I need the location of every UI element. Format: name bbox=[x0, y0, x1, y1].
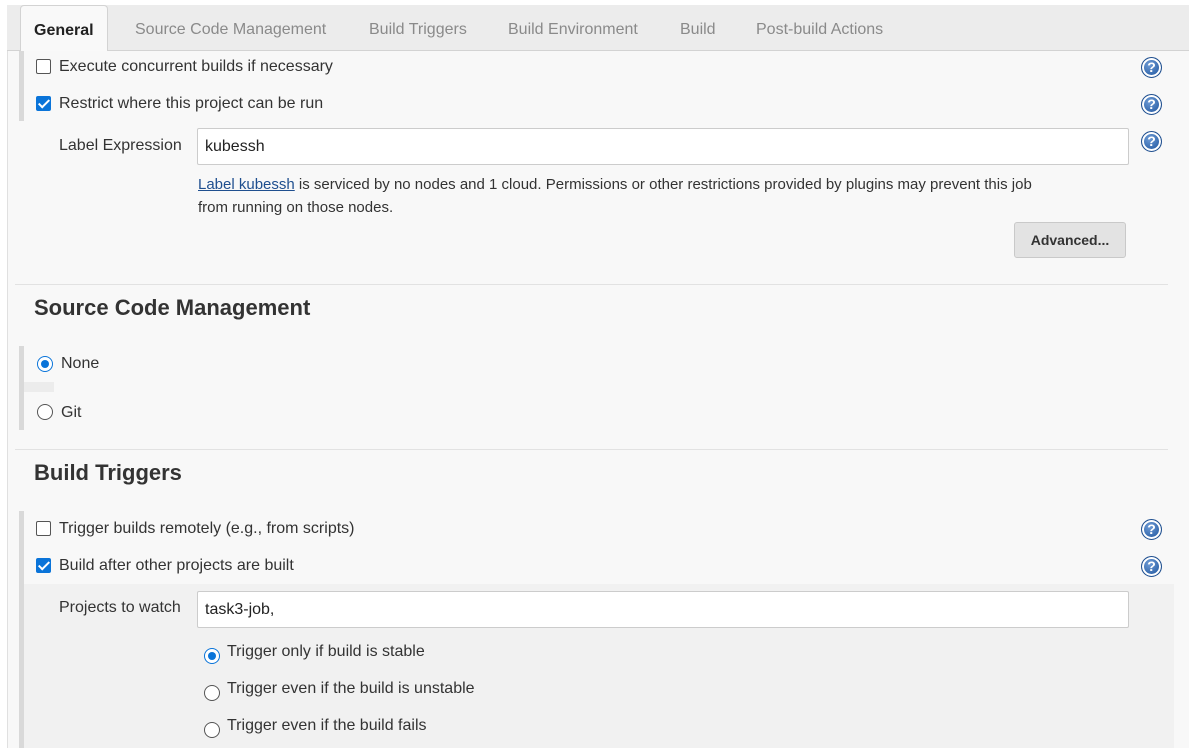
advanced-button[interactable]: Advanced... bbox=[1014, 222, 1126, 258]
scm-git-radio[interactable] bbox=[37, 404, 53, 420]
section-divider bbox=[15, 284, 1168, 285]
concurrent-builds-checkbox[interactable] bbox=[36, 59, 51, 74]
projects-to-watch-input[interactable]: task3-job, bbox=[197, 591, 1129, 628]
tab-general[interactable]: General bbox=[20, 5, 108, 52]
tab-build-environment[interactable]: Build Environment bbox=[508, 5, 638, 51]
scm-option-separator bbox=[24, 382, 54, 392]
tab-bar: General Source Code Management Build Tri… bbox=[7, 5, 1189, 52]
config-content: Execute concurrent builds if necessary ?… bbox=[7, 51, 1189, 748]
trigger-stable-radio[interactable] bbox=[204, 648, 220, 664]
trigger-remotely-label: Trigger builds remotely (e.g., from scri… bbox=[59, 520, 355, 537]
label-expression-label: Label Expression bbox=[59, 137, 182, 154]
help-icon[interactable]: ? bbox=[1141, 131, 1162, 152]
trigger-fails-label: Trigger even if the build fails bbox=[227, 717, 427, 734]
tab-post-build-actions[interactable]: Post-build Actions bbox=[756, 5, 883, 51]
build-after-label: Build after other projects are built bbox=[59, 557, 294, 574]
trigger-stable-label: Trigger only if build is stable bbox=[227, 643, 425, 660]
help-icon[interactable]: ? bbox=[1141, 556, 1162, 577]
trigger-unstable-radio[interactable] bbox=[204, 685, 220, 701]
restrict-project-checkbox[interactable] bbox=[36, 96, 51, 111]
label-kubessh-link[interactable]: Label kubessh bbox=[198, 176, 295, 193]
scm-section-title: Source Code Management bbox=[34, 295, 311, 320]
help-icon[interactable]: ? bbox=[1141, 94, 1162, 115]
trigger-unstable-label: Trigger even if the build is unstable bbox=[227, 680, 475, 697]
help-icon[interactable]: ? bbox=[1141, 57, 1162, 78]
tab-build[interactable]: Build bbox=[680, 5, 716, 51]
scm-git-label: Git bbox=[61, 404, 82, 421]
tab-build-triggers[interactable]: Build Triggers bbox=[369, 5, 467, 51]
help-icon[interactable]: ? bbox=[1141, 519, 1162, 540]
label-info-line2: from running on those nodes. bbox=[198, 199, 394, 216]
label-info-line1: is serviced by no nodes and 1 cloud. Per… bbox=[294, 176, 1032, 193]
restrict-project-label: Restrict where this project can be run bbox=[59, 95, 324, 112]
tab-source-code-management[interactable]: Source Code Management bbox=[135, 5, 326, 51]
label-expression-input[interactable]: kubessh bbox=[197, 128, 1129, 165]
concurrent-builds-label: Execute concurrent builds if necessary bbox=[59, 58, 333, 75]
trigger-fails-radio[interactable] bbox=[204, 722, 220, 738]
projects-to-watch-label: Projects to watch bbox=[59, 599, 181, 616]
section-rail bbox=[19, 51, 24, 121]
section-divider bbox=[15, 449, 1168, 450]
trigger-remotely-checkbox[interactable] bbox=[36, 521, 51, 536]
build-triggers-section-title: Build Triggers bbox=[34, 460, 182, 485]
label-info-text: Label kubessh is serviced by no nodes an… bbox=[198, 173, 1032, 219]
scm-none-label: None bbox=[61, 355, 100, 372]
build-after-checkbox[interactable] bbox=[36, 558, 51, 573]
scm-none-radio[interactable] bbox=[37, 356, 53, 372]
